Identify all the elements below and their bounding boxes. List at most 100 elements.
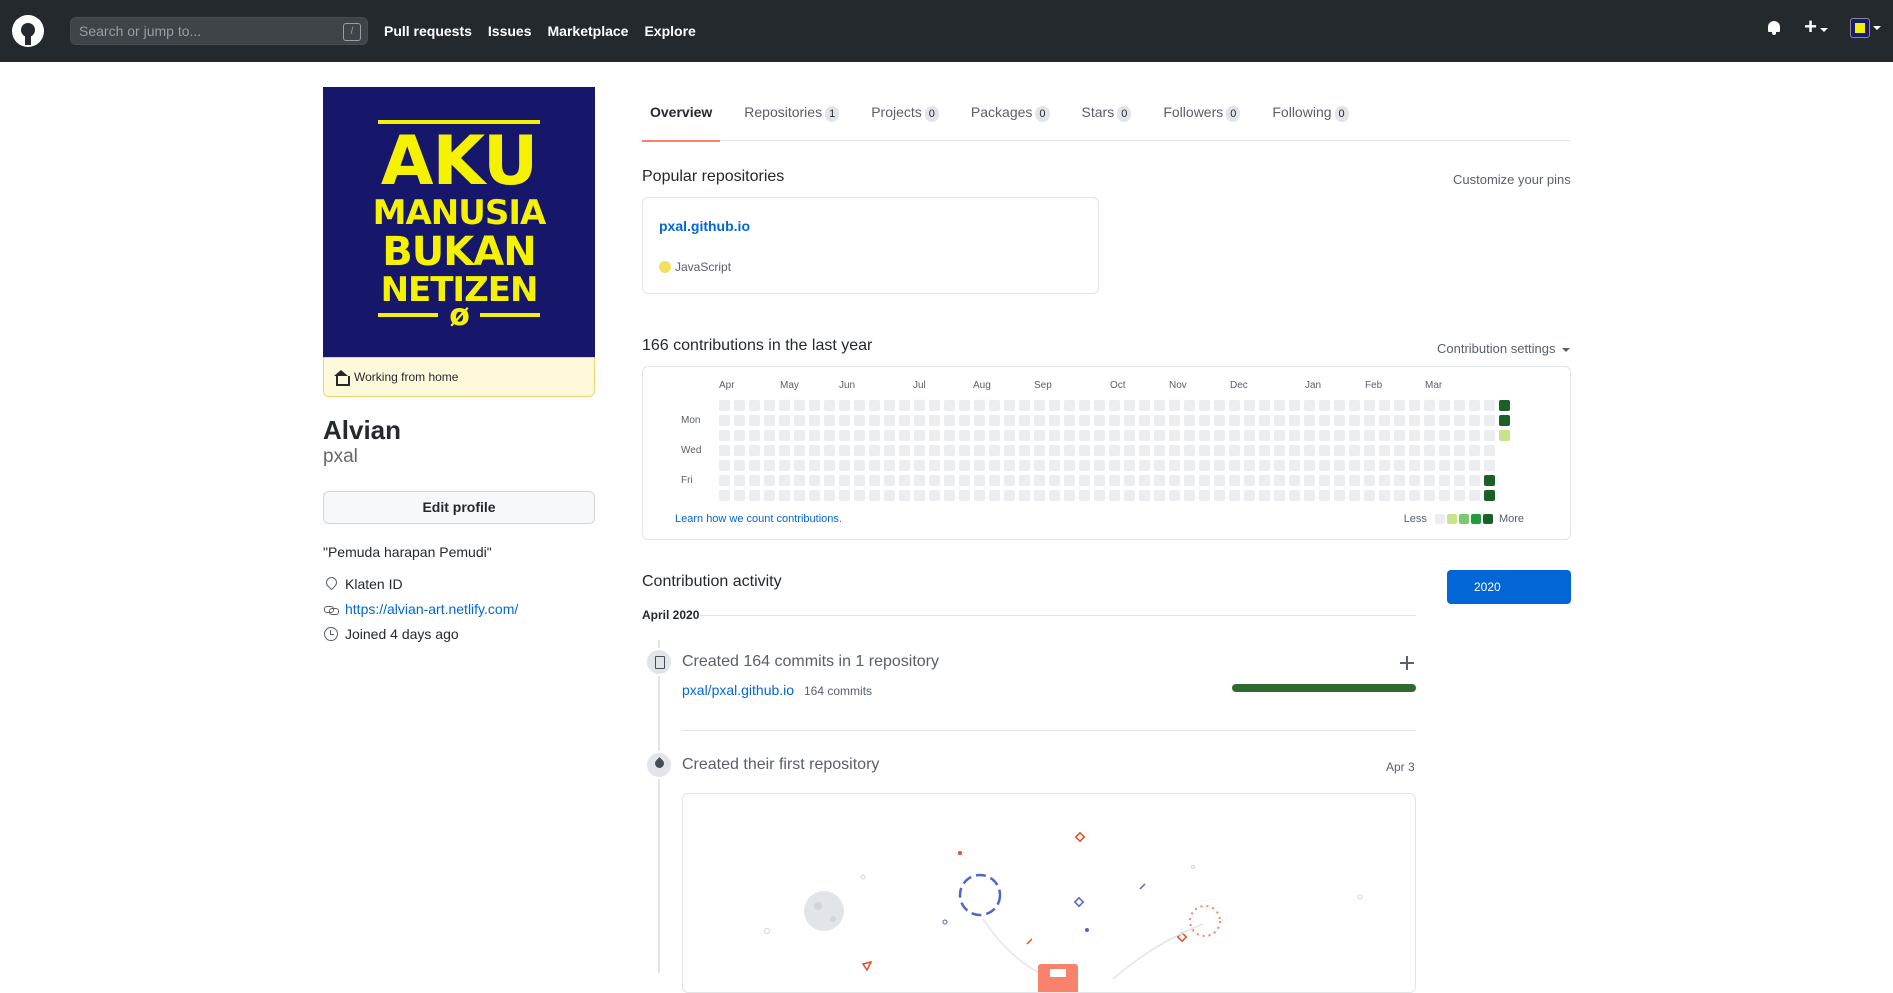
contribution-day-cell[interactable] [1004, 445, 1015, 456]
contribution-day-cell[interactable] [1334, 490, 1345, 501]
contribution-day-cell[interactable] [1454, 400, 1465, 411]
contribution-day-cell[interactable] [1004, 415, 1015, 426]
contribution-day-cell[interactable] [1124, 475, 1135, 486]
contribution-day-cell[interactable] [1304, 475, 1315, 486]
contribution-day-cell[interactable] [1109, 415, 1120, 426]
contribution-day-cell[interactable] [1154, 490, 1165, 501]
contribution-day-cell[interactable] [1304, 490, 1315, 501]
contribution-day-cell[interactable] [944, 430, 955, 441]
contribution-day-cell[interactable] [1409, 445, 1420, 456]
contribution-day-cell[interactable] [929, 475, 940, 486]
contribution-day-cell[interactable] [1169, 415, 1180, 426]
contribution-day-cell[interactable] [1334, 400, 1345, 411]
contribution-day-cell[interactable] [1424, 460, 1435, 471]
contribution-day-cell[interactable] [1289, 490, 1300, 501]
contribution-day-cell[interactable] [1214, 445, 1225, 456]
contribution-day-cell[interactable] [914, 475, 925, 486]
contribution-day-cell[interactable] [974, 415, 985, 426]
contribution-day-cell[interactable] [1199, 490, 1210, 501]
contribution-day-cell[interactable] [1169, 475, 1180, 486]
contribution-day-cell[interactable] [1349, 490, 1360, 501]
contribution-day-cell[interactable] [854, 460, 865, 471]
contribution-day-cell[interactable] [1454, 445, 1465, 456]
contribution-day-cell[interactable] [1049, 490, 1060, 501]
contribution-day-cell[interactable] [1154, 445, 1165, 456]
contribution-day-cell[interactable] [1319, 400, 1330, 411]
contribution-day-cell[interactable] [1019, 430, 1030, 441]
contribution-day-cell[interactable] [1319, 415, 1330, 426]
contribution-day-cell[interactable] [839, 490, 850, 501]
contribution-day-cell[interactable] [1259, 460, 1270, 471]
create-new-dropdown[interactable]: + [1804, 16, 1828, 38]
contribution-day-cell[interactable] [1169, 490, 1180, 501]
contribution-day-cell[interactable] [839, 430, 850, 441]
contribution-day-cell[interactable] [1019, 415, 1030, 426]
contribution-day-cell[interactable] [1229, 460, 1240, 471]
contribution-day-cell[interactable] [824, 475, 835, 486]
contribution-day-cell[interactable] [899, 415, 910, 426]
contribution-day-cell[interactable] [1394, 460, 1405, 471]
contribution-day-cell[interactable] [1454, 430, 1465, 441]
contribution-day-cell[interactable] [914, 400, 925, 411]
contribution-day-cell[interactable] [1169, 430, 1180, 441]
contribution-day-cell[interactable] [734, 415, 745, 426]
contribution-day-cell[interactable] [1199, 460, 1210, 471]
contribution-day-cell[interactable] [1184, 445, 1195, 456]
contribution-day-cell[interactable] [809, 445, 820, 456]
contribution-day-cell[interactable] [1214, 430, 1225, 441]
contribution-day-cell[interactable] [749, 415, 760, 426]
year-2020-button[interactable]: 2020 [1447, 570, 1571, 604]
contribution-day-cell[interactable] [764, 490, 775, 501]
contribution-day-cell[interactable] [1079, 415, 1090, 426]
contribution-day-cell[interactable] [1079, 430, 1090, 441]
contribution-day-cell[interactable] [1109, 445, 1120, 456]
contribution-day-cell[interactable] [1064, 445, 1075, 456]
contribution-day-cell[interactable] [959, 460, 970, 471]
contribution-day-cell[interactable] [1109, 400, 1120, 411]
contribution-day-cell[interactable] [1049, 460, 1060, 471]
contribution-day-cell[interactable] [1034, 475, 1045, 486]
contribution-day-cell[interactable] [869, 475, 880, 486]
contribution-day-cell[interactable] [1319, 490, 1330, 501]
contribution-day-cell[interactable] [1139, 415, 1150, 426]
contribution-day-cell[interactable] [884, 490, 895, 501]
contribution-day-cell[interactable] [1019, 445, 1030, 456]
contribution-day-cell[interactable] [899, 445, 910, 456]
contribution-day-cell[interactable] [1169, 400, 1180, 411]
contribution-day-cell[interactable] [1289, 430, 1300, 441]
contribution-day-cell[interactable] [1139, 430, 1150, 441]
contribution-day-cell[interactable] [1184, 400, 1195, 411]
contribution-day-cell[interactable] [1244, 415, 1255, 426]
contribution-day-cell[interactable] [1304, 460, 1315, 471]
contribution-day-cell[interactable] [1334, 445, 1345, 456]
contribution-day-cell[interactable] [779, 475, 790, 486]
contribution-day-cell[interactable] [794, 400, 805, 411]
contribution-day-cell[interactable] [854, 430, 865, 441]
contribution-day-cell[interactable] [1394, 475, 1405, 486]
contribution-day-cell[interactable] [1244, 400, 1255, 411]
contribution-day-cell[interactable] [1334, 460, 1345, 471]
contribution-day-cell[interactable] [884, 400, 895, 411]
contribution-day-cell[interactable] [944, 460, 955, 471]
contribution-day-cell[interactable] [1109, 430, 1120, 441]
contribution-day-cell[interactable] [734, 475, 745, 486]
contribution-day-cell[interactable] [1304, 415, 1315, 426]
contribution-day-cell[interactable] [809, 460, 820, 471]
nav-explore[interactable]: Explore [644, 23, 695, 39]
contribution-day-cell[interactable] [1274, 400, 1285, 411]
contribution-day-cell[interactable] [809, 475, 820, 486]
nav-pull-requests[interactable]: Pull requests [384, 23, 472, 39]
contribution-day-cell[interactable] [1469, 460, 1480, 471]
nav-marketplace[interactable]: Marketplace [548, 23, 629, 39]
contribution-day-cell[interactable] [1469, 415, 1480, 426]
contribution-day-cell[interactable] [779, 430, 790, 441]
contribution-day-cell[interactable] [1259, 475, 1270, 486]
contribution-day-cell[interactable] [1349, 400, 1360, 411]
contribution-day-cell[interactable] [1004, 490, 1015, 501]
contribution-day-cell[interactable] [794, 430, 805, 441]
repo-link[interactable]: pxal.github.io [659, 218, 750, 234]
contribution-day-cell[interactable] [1079, 490, 1090, 501]
contribution-day-cell[interactable] [1259, 490, 1270, 501]
contribution-day-cell[interactable] [1484, 415, 1495, 426]
search-input[interactable]: Search or jump to... / [70, 17, 368, 45]
